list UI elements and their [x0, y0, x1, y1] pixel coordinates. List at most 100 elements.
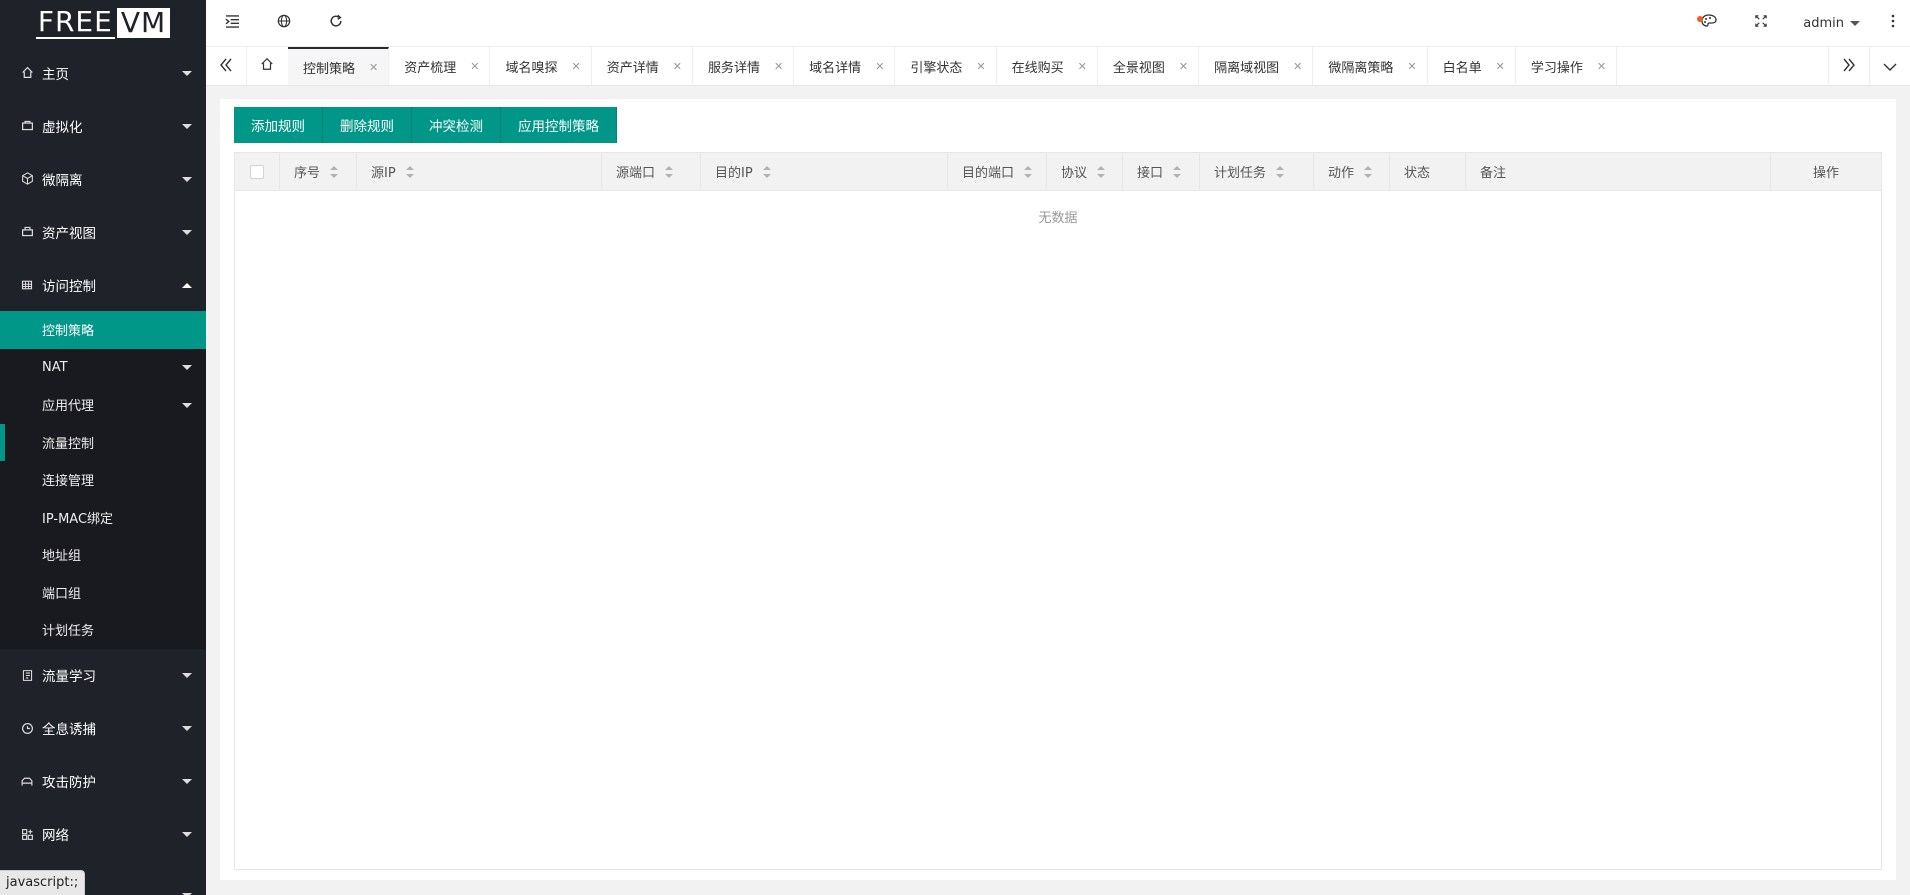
sort-icon[interactable]	[665, 165, 674, 178]
tab-domain-details[interactable]: 域名详情 ✕	[794, 47, 896, 85]
tab-micro-isolation-policy[interactable]: 微隔离策略 ✕	[1313, 47, 1428, 85]
column-header-interface[interactable]: 接口	[1123, 153, 1200, 190]
tab-learning-operations[interactable]: 学习操作 ✕	[1516, 47, 1618, 85]
sidebar-subitem-port-group[interactable]: 端口组	[0, 574, 206, 612]
tab-asset-sorting[interactable]: 资产梳理 ✕	[389, 47, 491, 85]
tab-label: 白名单	[1442, 60, 1482, 76]
refresh-icon	[329, 14, 343, 32]
column-header-action[interactable]: 动作	[1314, 153, 1390, 190]
column-header-destination-ip[interactable]: 目的IP	[701, 153, 948, 190]
close-icon[interactable]: ✕	[571, 60, 580, 73]
chevron-down-icon	[182, 402, 192, 408]
column-header-scheduled-task[interactable]: 计划任务	[1200, 153, 1314, 190]
sidebar-item-home[interactable]: 主页	[0, 46, 206, 99]
tabs-scroll-right-button[interactable]	[1828, 47, 1869, 85]
close-icon[interactable]: ✕	[875, 60, 884, 73]
globe-icon	[277, 14, 291, 32]
tabs-menu-button[interactable]	[1869, 47, 1910, 85]
close-icon[interactable]: ✕	[470, 60, 479, 73]
close-icon[interactable]: ✕	[1179, 60, 1188, 73]
sort-icon[interactable]	[1097, 165, 1106, 178]
close-icon[interactable]: ✕	[1496, 60, 1505, 73]
column-header-index[interactable]: 序号	[280, 153, 357, 190]
sidebar-subitem-ip-mac-binding[interactable]: IP-MAC绑定	[0, 499, 206, 537]
tab-service-details[interactable]: 服务详情 ✕	[693, 47, 795, 85]
sidebar-subitem-scheduled-task[interactable]: 计划任务	[0, 611, 206, 649]
cube-icon	[20, 172, 34, 186]
fullscreen-button[interactable]	[1735, 0, 1787, 46]
logo[interactable]: FREE VM	[0, 0, 206, 46]
column-header-protocol[interactable]: 协议	[1047, 153, 1123, 190]
tab-panorama-view[interactable]: 全景视图 ✕	[1098, 47, 1200, 85]
more-button[interactable]	[1876, 0, 1910, 46]
menu-toggle-button[interactable]	[206, 0, 258, 46]
sidebar-subitem-label: 连接管理	[42, 474, 95, 490]
refresh-button[interactable]	[310, 0, 362, 46]
close-icon[interactable]: ✕	[369, 61, 378, 74]
tab-engine-status[interactable]: 引擎状态 ✕	[895, 47, 997, 85]
sidebar-item-virtualization[interactable]: 虚拟化	[0, 99, 206, 152]
grid-icon	[20, 278, 34, 292]
tab-whitelist[interactable]: 白名单 ✕	[1428, 47, 1516, 85]
sort-icon[interactable]	[1173, 165, 1182, 178]
sort-icon[interactable]	[330, 165, 339, 178]
sidebar-item-label: 访问控制	[42, 278, 96, 295]
column-header-source-ip[interactable]: 源IP	[357, 153, 602, 190]
tabs-scroll-left-button[interactable]	[206, 47, 247, 85]
sidebar-subitem-control-policy[interactable]: 控制策略	[0, 311, 206, 349]
conflict-detection-button[interactable]: 冲突检测	[412, 107, 501, 143]
sidebar-item-network[interactable]: 网络	[0, 808, 206, 861]
home-tab[interactable]	[246, 47, 289, 85]
sidebar-item-holographic-trap[interactable]: 全息诱捕	[0, 702, 206, 755]
column-header-destination-port[interactable]: 目的端口	[948, 153, 1047, 190]
sort-icon[interactable]	[1276, 165, 1285, 178]
sidebar-subitem-nat[interactable]: NAT	[0, 349, 206, 387]
close-icon[interactable]: ✕	[1407, 60, 1416, 73]
sidebar-subitem-traffic-control[interactable]: 流量控制	[0, 423, 206, 462]
sidebar-subitem-address-group[interactable]: 地址组	[0, 536, 206, 574]
sort-icon[interactable]	[1024, 165, 1033, 178]
sidebar-item-access-control[interactable]: 访问控制	[0, 258, 206, 311]
apply-policy-button[interactable]: 应用控制策略	[501, 107, 617, 143]
sidebar-subitem-app-proxy[interactable]: 应用代理	[0, 386, 206, 424]
tab-isolation-domain-view[interactable]: 隔离域视图 ✕	[1199, 47, 1314, 85]
access-control-submenu: 控制策略 NAT 应用代理 流量控制 连接管理 IP-MAC绑定 地址组 端口组…	[0, 311, 206, 649]
tab-domain-sniffing[interactable]: 域名嗅探 ✕	[490, 47, 592, 85]
close-icon[interactable]: ✕	[1597, 60, 1606, 73]
theme-button[interactable]	[1683, 0, 1735, 46]
table-toolbar: 添加规则 删除规则 冲突检测 应用控制策略	[234, 107, 617, 143]
close-icon[interactable]: ✕	[1078, 60, 1087, 73]
table-header: 序号 源IP 源端口 目的IP 目的端口 协议 接口 计划任务 动作 状态 备注…	[235, 153, 1881, 191]
chevron-down-icon	[182, 673, 192, 678]
close-icon[interactable]: ✕	[1293, 60, 1302, 73]
user-menu[interactable]: admin	[1787, 0, 1876, 46]
sidebar-item-traffic-learning[interactable]: 流量学习	[0, 649, 206, 702]
column-label: 状态	[1404, 166, 1431, 181]
sort-icon[interactable]	[762, 165, 771, 178]
website-button[interactable]	[258, 0, 310, 46]
tab-control-policy[interactable]: 控制策略 ✕	[288, 47, 390, 85]
tab-label: 服务详情	[707, 60, 760, 76]
add-rule-button[interactable]: 添加规则	[234, 107, 323, 143]
tab-label: 微隔离策略	[1328, 60, 1394, 76]
tab-online-purchase[interactable]: 在线购买 ✕	[997, 47, 1098, 85]
sort-icon[interactable]	[1364, 165, 1373, 178]
sidebar-item-attack-protection[interactable]: 攻击防护	[0, 755, 206, 808]
sidebar-item-micro-isolation[interactable]: 微隔离	[0, 152, 206, 205]
column-header-source-port[interactable]: 源端口	[602, 153, 701, 190]
sidebar-subitem-connection-management[interactable]: 连接管理	[0, 461, 206, 499]
network-icon	[20, 827, 34, 841]
close-icon[interactable]: ✕	[673, 60, 682, 73]
top-header: admin	[206, 0, 1910, 47]
sidebar-subitem-label: 应用代理	[42, 399, 95, 415]
chevron-down-icon	[1883, 56, 1897, 77]
sidebar-item-asset-view[interactable]: 资产视图	[0, 205, 206, 258]
close-icon[interactable]: ✕	[774, 60, 783, 73]
select-all-checkbox[interactable]	[250, 164, 264, 179]
close-icon[interactable]: ✕	[976, 60, 985, 73]
tab-label: 在线购买	[1011, 60, 1064, 76]
sort-icon[interactable]	[405, 165, 414, 178]
tab-label: 域名嗅探	[505, 60, 558, 76]
tab-asset-details[interactable]: 资产详情 ✕	[592, 47, 693, 85]
delete-rule-button[interactable]: 删除规则	[323, 107, 412, 143]
